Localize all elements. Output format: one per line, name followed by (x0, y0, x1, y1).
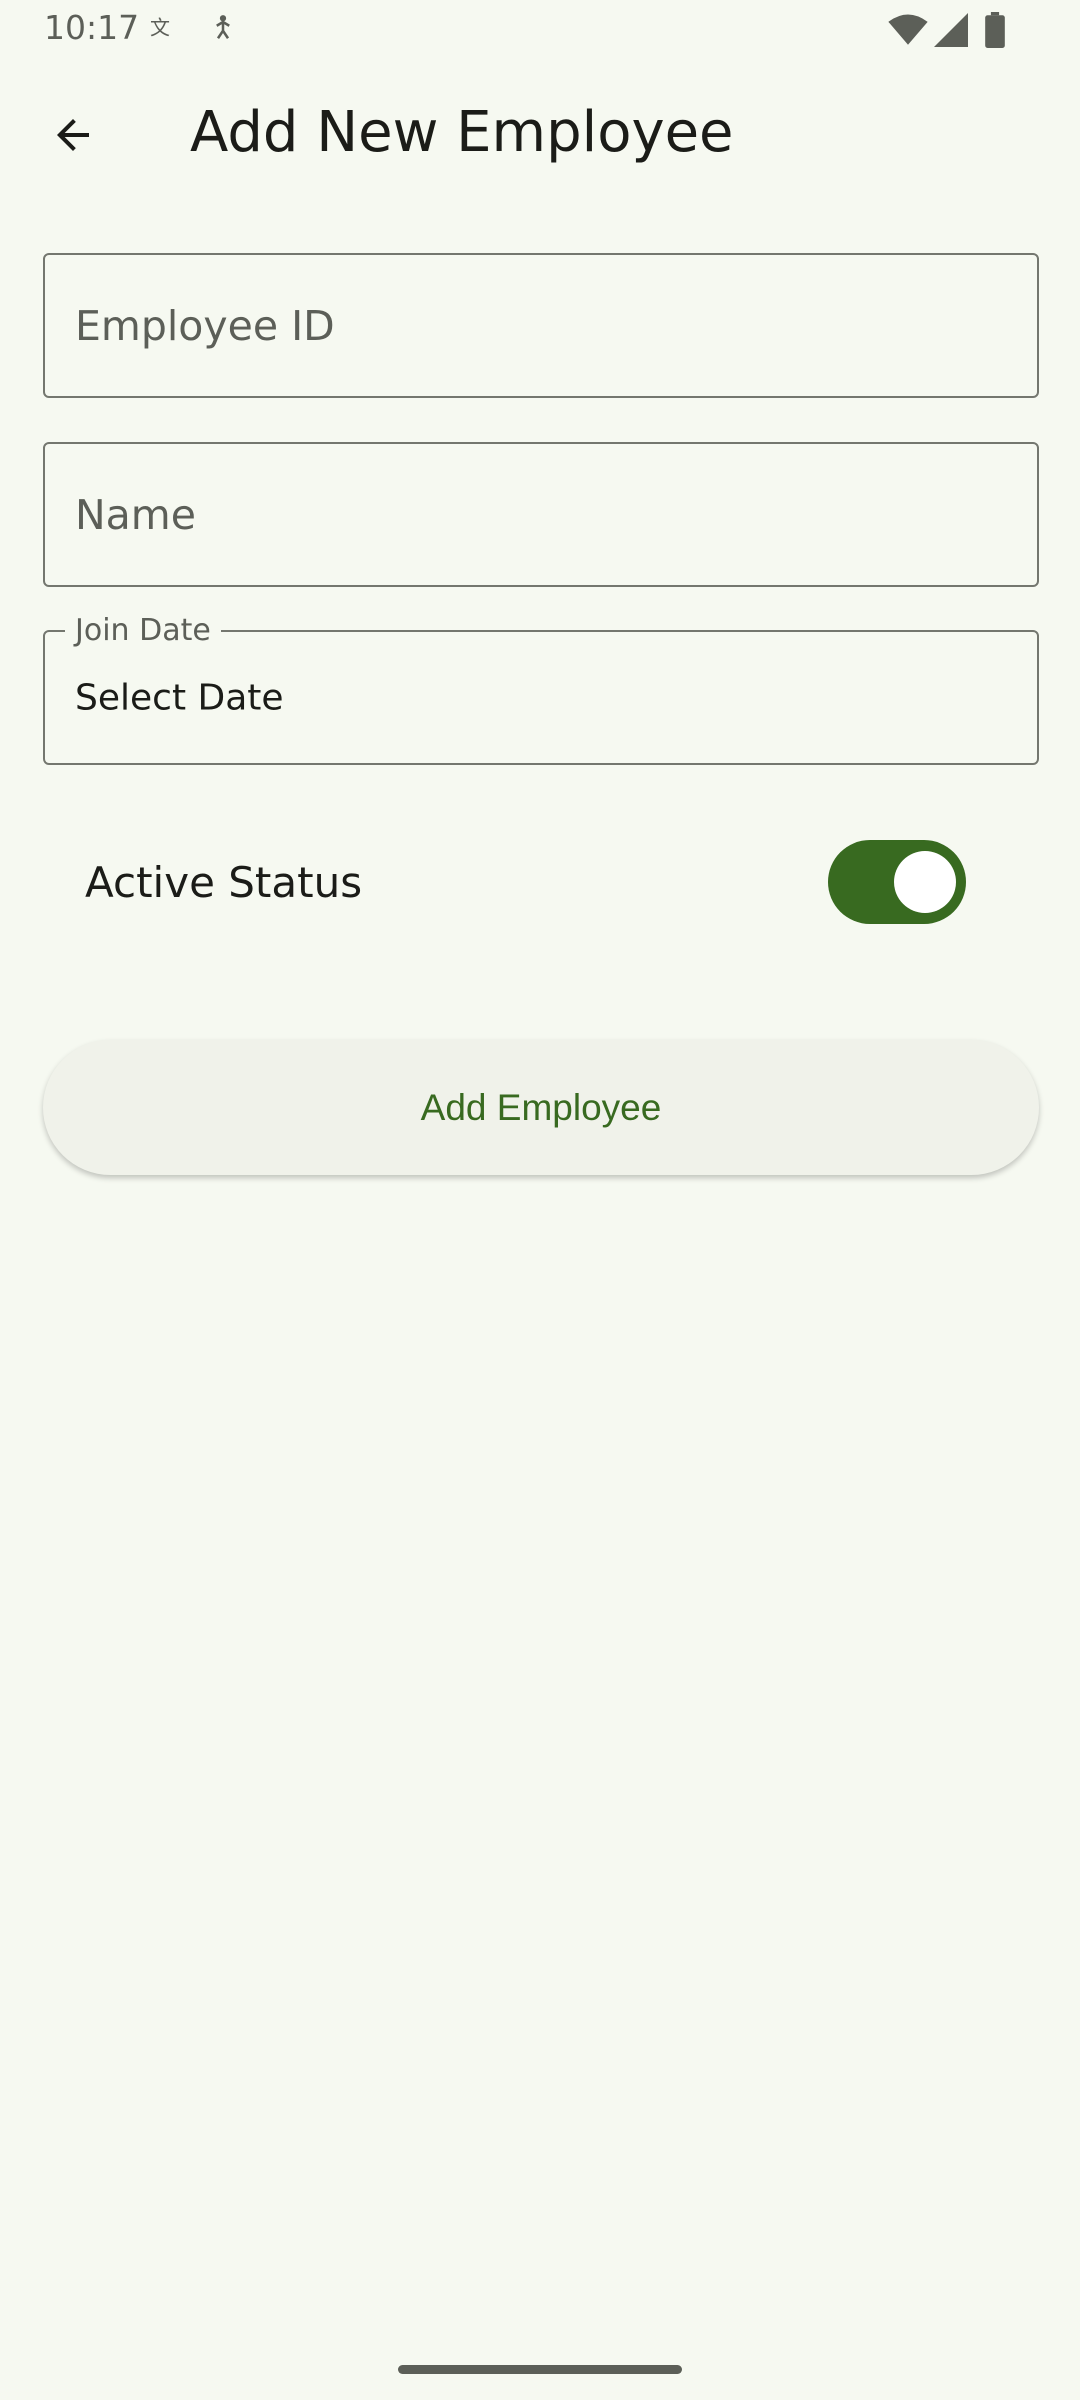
add-employee-screen: 10:17 文 Add New Employee Employee ID Nam… (0, 0, 1080, 2400)
active-status-label: Active Status (85, 858, 363, 907)
accessibility-icon (208, 12, 238, 46)
add-employee-button[interactable]: Add Employee (43, 1040, 1039, 1175)
gesture-nav-bar[interactable] (398, 2365, 682, 2374)
status-time: 10:17 (44, 8, 140, 47)
name-placeholder: Name (75, 490, 196, 539)
status-bar: 10:17 文 (0, 0, 1080, 62)
switch-thumb (894, 851, 956, 913)
wifi-icon (888, 12, 928, 52)
battery-icon (984, 12, 1006, 52)
svg-text:文: 文 (150, 16, 170, 40)
name-field[interactable]: Name (43, 442, 1039, 587)
page-title: Add New Employee (190, 100, 734, 165)
back-button[interactable] (40, 102, 106, 168)
join-date-field[interactable]: Join Date Select Date (43, 613, 1039, 765)
join-date-value: Select Date (75, 677, 284, 718)
active-status-switch[interactable] (828, 840, 966, 924)
arrow-back-icon (57, 119, 89, 151)
employee-id-field[interactable]: Employee ID (43, 253, 1039, 398)
employee-id-placeholder: Employee ID (75, 301, 335, 350)
signal-icon (934, 12, 968, 52)
translate-icon: 文 (150, 12, 180, 46)
join-date-label: Join Date (65, 613, 221, 648)
